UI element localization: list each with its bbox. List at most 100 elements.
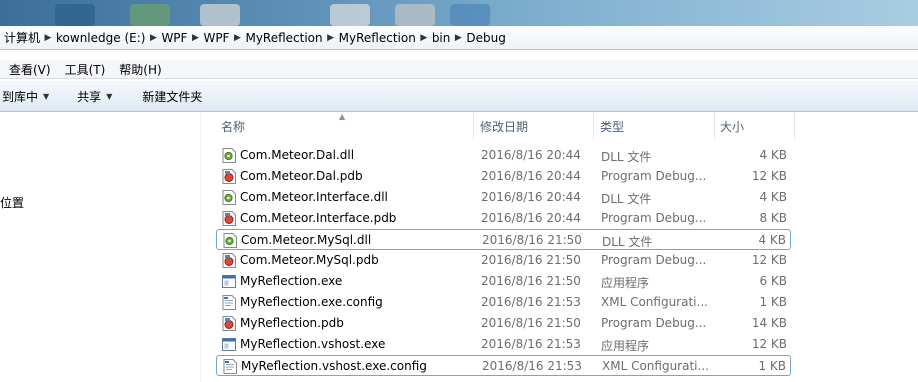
share-button[interactable]: 共享 ▼ xyxy=(77,84,112,108)
file-modified-date: 2016/8/16 20:44 xyxy=(481,148,581,162)
file-modified-date: 2016/8/16 21:53 xyxy=(481,295,581,309)
caret-down-icon: ▼ xyxy=(43,91,50,101)
file-modified-date: 2016/8/16 20:44 xyxy=(481,211,581,225)
file-modified-date: 2016/8/16 21:50 xyxy=(481,274,581,288)
chevron-right-icon[interactable]: ▶ xyxy=(145,33,161,43)
file-modified-date: 2016/8/16 20:44 xyxy=(481,169,581,183)
file-modified-date: 2016/8/16 21:53 xyxy=(481,337,581,351)
file-name: Com.Meteor.Interface.pdb xyxy=(240,211,397,225)
file-size: 1 KB xyxy=(758,359,786,373)
file-name: Com.Meteor.Interface.dll xyxy=(240,190,388,204)
chevron-right-icon[interactable]: ▶ xyxy=(187,33,203,43)
desktop-icon xyxy=(330,4,370,26)
chevron-right-icon[interactable]: ▶ xyxy=(323,33,339,43)
file-row[interactable]: Com.Meteor.Interface.pdb 2016/8/16 20:44 P… xyxy=(216,208,791,229)
breadcrumb-wpf[interactable]: WPF xyxy=(203,28,229,48)
desktop-icon xyxy=(55,4,95,26)
chevron-right-icon[interactable]: ▶ xyxy=(40,33,56,43)
menu-view[interactable]: 查看(V) xyxy=(9,61,51,78)
file-modified-date: 2016/8/16 21:50 xyxy=(482,233,582,247)
dll-file-icon xyxy=(223,233,237,248)
file-row[interactable]: Com.Meteor.Interface.dll 2016/8/16 20:44 D… xyxy=(216,187,791,208)
file-type: Program Debug... xyxy=(601,169,707,183)
file-row[interactable]: MyReflection.exe.config 2016/8/16 21:53 XM… xyxy=(216,292,791,313)
column-header-modified[interactable]: 修改日期 xyxy=(475,112,594,139)
file-row[interactable]: Com.Meteor.Dal.pdb 2016/8/16 20:44 Program… xyxy=(216,166,791,187)
file-size: 4 KB xyxy=(759,190,787,204)
breadcrumb-myreflection[interactable]: MyReflection xyxy=(339,28,416,48)
menu-tools[interactable]: 工具(T) xyxy=(65,61,106,78)
dll-file-icon xyxy=(222,148,236,163)
file-modified-date: 2016/8/16 21:50 xyxy=(481,316,581,330)
new-folder-button[interactable]: 新建文件夹 xyxy=(142,84,202,108)
chevron-right-icon[interactable]: ▶ xyxy=(450,33,466,43)
file-type: DLL 文件 xyxy=(601,192,652,206)
command-bar: 到库中 ▼ 共享 ▼ 新建文件夹 xyxy=(0,81,918,112)
file-row[interactable]: Com.Meteor.MySql.pdb 2016/8/16 21:50 Progr… xyxy=(216,250,791,271)
file-name: Com.Meteor.Dal.pdb xyxy=(240,169,363,183)
file-name: MyReflection.exe xyxy=(240,274,343,288)
column-header-type[interactable]: 类型 xyxy=(595,112,715,139)
column-header-name[interactable]: 名称 xyxy=(216,112,474,139)
pdb-file-icon xyxy=(222,253,236,268)
file-type: Program Debug... xyxy=(601,211,707,225)
breadcrumb-bin[interactable]: bin xyxy=(432,28,451,48)
file-size: 12 KB xyxy=(751,169,787,183)
file-name: MyReflection.vshost.exe xyxy=(240,337,386,351)
file-type: XML Configurati... xyxy=(601,295,708,309)
file-row[interactable]: Com.Meteor.Dal.dll 2016/8/16 20:44 DLL 文件 4… xyxy=(216,145,791,166)
file-row[interactable]: MyReflection.vshost.exe.config 2016/8/16 … xyxy=(216,355,791,376)
breadcrumb-myreflection[interactable]: MyReflection xyxy=(245,28,322,48)
breadcrumb-computer[interactable]: 计算机 xyxy=(4,28,40,48)
caret-down-icon: ▼ xyxy=(106,91,113,101)
desktop-icon xyxy=(200,4,240,26)
config-file-icon xyxy=(223,359,237,374)
file-size: 6 KB xyxy=(759,274,787,288)
breadcrumb-drive[interactable]: kownledge (E:) xyxy=(56,28,145,48)
file-type: DLL 文件 xyxy=(601,150,652,164)
dll-file-icon xyxy=(222,190,236,205)
config-file-icon xyxy=(222,295,236,310)
exe-file-icon xyxy=(222,337,236,352)
file-size: 8 KB xyxy=(759,211,787,225)
file-size: 14 KB xyxy=(751,316,787,330)
file-row[interactable]: MyReflection.vshost.exe 2016/8/16 21:53 应用… xyxy=(216,334,791,355)
file-row[interactable]: MyReflection.pdb 2016/8/16 21:50 Program D… xyxy=(216,313,791,334)
chevron-right-icon[interactable]: ▶ xyxy=(229,33,245,43)
file-name: MyReflection.exe.config xyxy=(240,295,383,309)
address-bar[interactable]: 计算机 ▶ kownledge (E:) ▶ WPF ▶ WPF ▶ MyRef… xyxy=(0,26,918,50)
breadcrumb-wpf[interactable]: WPF xyxy=(161,28,187,48)
file-type: 应用程序 xyxy=(601,339,650,353)
include-in-library-button[interactable]: 到库中 ▼ xyxy=(2,84,49,108)
file-size: 4 KB xyxy=(758,233,786,247)
file-name: Com.Meteor.MySql.dll xyxy=(241,233,372,247)
share-label: 共享 xyxy=(77,89,102,104)
file-type: 应用程序 xyxy=(601,276,650,290)
file-modified-date: 2016/8/16 20:44 xyxy=(481,190,581,204)
file-row[interactable]: Com.Meteor.MySql.dll 2016/8/16 21:50 DLL 文… xyxy=(216,229,791,250)
chevron-right-icon[interactable]: ▶ xyxy=(416,33,432,43)
nav-item-locations[interactable]: 位置 xyxy=(0,194,24,211)
desktop-icon xyxy=(450,4,490,26)
pdb-file-icon xyxy=(222,316,236,331)
file-type: Program Debug... xyxy=(601,253,707,267)
file-name: Com.Meteor.MySql.pdb xyxy=(240,253,379,267)
menu-help[interactable]: 帮助(H) xyxy=(119,61,161,78)
file-name: MyReflection.vshost.exe.config xyxy=(241,359,427,373)
breadcrumb-debug[interactable]: Debug xyxy=(466,28,505,48)
file-type: DLL 文件 xyxy=(602,235,653,249)
exe-file-icon xyxy=(222,274,236,289)
file-size: 12 KB xyxy=(751,337,787,351)
pdb-file-icon xyxy=(222,169,236,184)
file-modified-date: 2016/8/16 21:50 xyxy=(481,253,581,267)
column-header-size[interactable]: 大小 xyxy=(715,112,795,139)
file-type: XML Configurati... xyxy=(602,359,709,373)
desktop-icon xyxy=(130,4,170,26)
file-row[interactable]: MyReflection.exe 2016/8/16 21:50 应用程序 6 KB xyxy=(216,271,791,292)
file-name: MyReflection.pdb xyxy=(240,316,344,330)
file-modified-date: 2016/8/16 21:53 xyxy=(482,359,582,373)
file-size: 4 KB xyxy=(759,148,787,162)
file-list: ▲ 名称 修改日期 类型 大小 Com.Meteor.Dal.dll 2016/8… xyxy=(201,112,918,382)
desktop-strip xyxy=(0,0,918,26)
file-size: 1 KB xyxy=(759,295,787,309)
